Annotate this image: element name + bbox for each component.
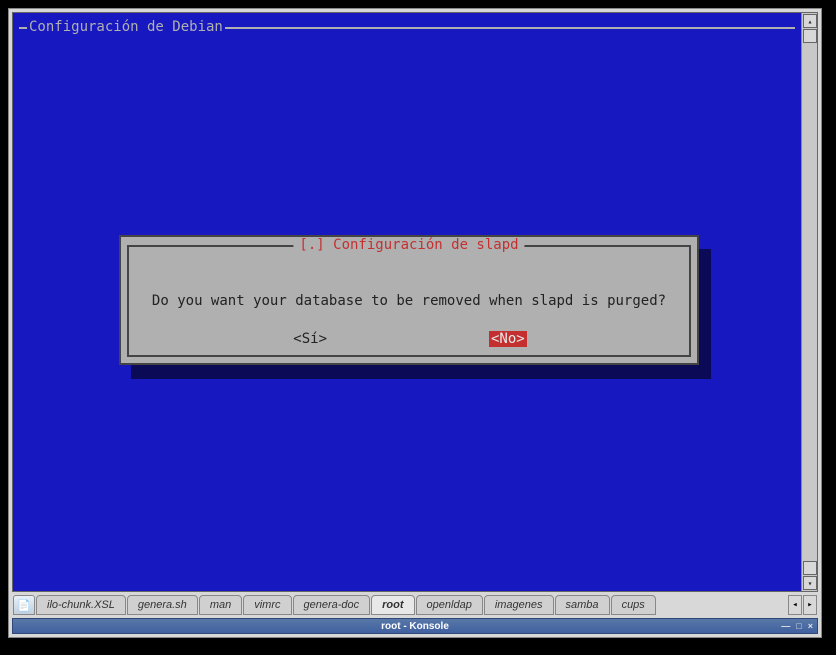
- window-controls: — □ ×: [781, 621, 813, 631]
- tab-bar: 📄 ilo-chunk.XSLgenera.shmanvimrcgenera-d…: [12, 593, 818, 617]
- yes-button[interactable]: <Sí>: [291, 331, 329, 347]
- tab-man[interactable]: man: [199, 595, 242, 615]
- new-tab-icon[interactable]: 📄: [13, 595, 35, 615]
- scroll-thumb[interactable]: [803, 29, 817, 43]
- terminal-viewport: Configuración de Debian [.] Configuració…: [12, 12, 818, 592]
- slapd-config-dialog: [.] Configuración de slapd Do you want y…: [119, 235, 699, 365]
- tab-imagenes[interactable]: imagenes: [484, 595, 554, 615]
- tab-openldap[interactable]: openldap: [416, 595, 483, 615]
- no-button[interactable]: <No>: [489, 331, 527, 347]
- tab-root[interactable]: root: [371, 595, 414, 615]
- tab-cups[interactable]: cups: [611, 595, 656, 615]
- vertical-scrollbar[interactable]: ▴ ▾: [801, 13, 817, 591]
- tab-samba[interactable]: samba: [555, 595, 610, 615]
- dialog-title: [.] Configuración de slapd: [293, 237, 524, 253]
- window-titlebar: root - Konsole — □ ×: [12, 618, 818, 634]
- minimize-icon[interactable]: —: [781, 621, 790, 631]
- scroll-up-icon[interactable]: ▴: [803, 14, 817, 28]
- konsole-window: Configuración de Debian [.] Configuració…: [8, 8, 822, 638]
- dialog-question: Do you want your database to be removed …: [121, 293, 697, 309]
- tab-scroll-right-icon[interactable]: ▸: [803, 595, 817, 615]
- window-title: root - Konsole: [381, 621, 449, 632]
- scroll-thumb[interactable]: [803, 561, 817, 575]
- close-icon[interactable]: ×: [808, 621, 813, 631]
- tab-genera-sh[interactable]: genera.sh: [127, 595, 198, 615]
- maximize-icon[interactable]: □: [796, 621, 801, 631]
- dialog-button-row: <Sí> <No>: [121, 331, 697, 347]
- tab-ilo-chunk-xsl[interactable]: ilo-chunk.XSL: [36, 595, 126, 615]
- scroll-down-icon[interactable]: ▾: [803, 576, 817, 590]
- tab-vimrc[interactable]: vimrc: [243, 595, 291, 615]
- debconf-frame-title: Configuración de Debian: [27, 19, 225, 35]
- tab-genera-doc[interactable]: genera-doc: [293, 595, 371, 615]
- tab-scroll-left-icon[interactable]: ◂: [788, 595, 802, 615]
